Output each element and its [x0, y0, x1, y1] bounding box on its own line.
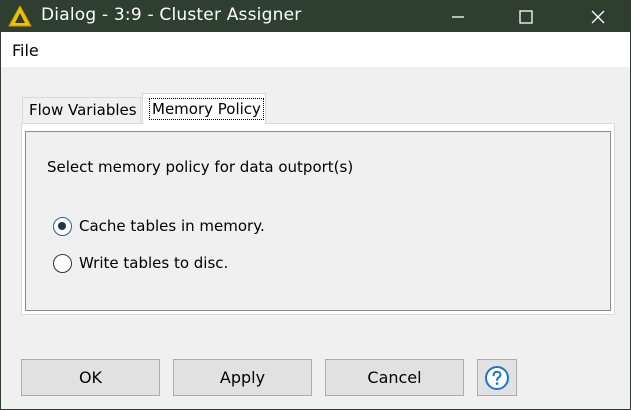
help-button[interactable] [477, 359, 517, 396]
menu-file[interactable]: File [12, 41, 39, 60]
close-icon [591, 10, 605, 23]
tab-label: Memory Policy [149, 98, 264, 120]
window-title: Dialog - 3:9 - Cluster Assigner [41, 5, 302, 25]
radio-label: Write tables to disc. [79, 254, 229, 272]
tab-memory-policy[interactable]: Memory Policy [142, 93, 266, 124]
minimize-button[interactable] [435, 1, 481, 32]
radio-button-checked[interactable] [53, 216, 72, 236]
menu-bar: File [1, 32, 630, 67]
help-icon [485, 365, 509, 390]
radio-label: Cache tables in memory. [79, 217, 265, 235]
maximize-button[interactable] [503, 1, 549, 32]
radio-button-unchecked[interactable] [53, 253, 72, 273]
tab-flow-variables[interactable]: Flow Variables [22, 97, 141, 122]
ok-button[interactable]: OK [21, 359, 160, 396]
group-heading: Select memory policy for data outport(s) [47, 158, 354, 176]
dialog-window: Dialog - 3:9 - Cluster Assigner File Flo… [0, 0, 631, 410]
radio-cache-in-memory[interactable]: Cache tables in memory. [53, 215, 265, 237]
apply-button[interactable]: Apply [173, 359, 312, 396]
minimize-icon [452, 15, 464, 18]
cancel-button[interactable]: Cancel [325, 359, 464, 396]
radio-write-to-disc[interactable]: Write tables to disc. [53, 252, 228, 274]
tab-panel: Select memory policy for data outport(s)… [21, 123, 615, 315]
maximize-icon [519, 9, 533, 24]
close-button[interactable] [575, 1, 621, 32]
knime-app-icon [8, 5, 32, 27]
tab-label: Flow Variables [29, 101, 137, 119]
title-bar[interactable]: Dialog - 3:9 - Cluster Assigner [1, 1, 630, 32]
memory-policy-group: Select memory policy for data outport(s)… [25, 131, 611, 311]
